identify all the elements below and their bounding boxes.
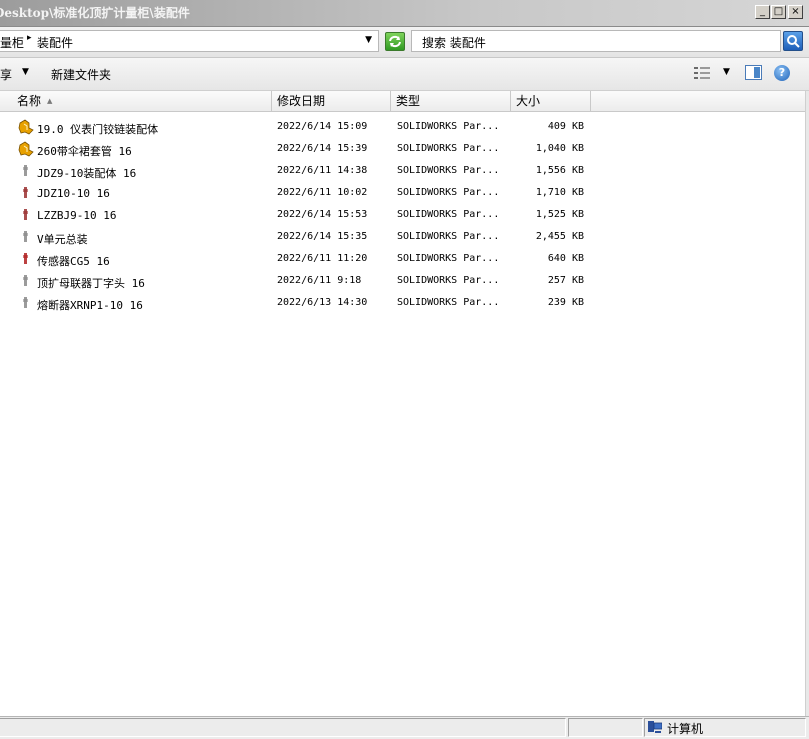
file-size: 640 KB (547, 253, 584, 264)
file-row[interactable]: V单元总装 2022/6/14 15:35 SOLIDWORKS Par... 2,4… (0, 227, 600, 249)
assembly-icon (18, 141, 34, 157)
file-size: 257 KB (547, 275, 584, 286)
file-date: 2022/6/14 15:53 (277, 209, 368, 220)
file-row[interactable]: 260带伞裙套管 16 2022/6/14 15:39 SOLIDWORKS Par… (0, 139, 600, 161)
title-bar[interactable]: Desktop\标准化顶扩计量柜\装配件 _ □ × (0, 0, 809, 27)
address-bar[interactable]: 量柜 ▸ 装配件 ▼ (0, 30, 379, 52)
file-type: SOLIDWORKS Par... (397, 143, 500, 154)
new-folder-button[interactable]: 新建文件夹 (51, 66, 111, 83)
file-row[interactable]: 19.0 仪表门铰链装配体 2022/6/14 15:09 SOLIDWORKS P… (0, 117, 600, 139)
status-segment-main (0, 718, 566, 737)
window-title: Desktop\标准化顶扩计量柜\装配件 (0, 6, 190, 20)
file-type: SOLIDWORKS Par... (397, 187, 500, 198)
file-row[interactable]: JDZ9-10装配体 16 2022/6/11 14:38 SOLIDWORKS P… (0, 161, 600, 183)
view-options-icon[interactable] (694, 66, 712, 80)
share-dropdown-icon[interactable]: ▼ (22, 67, 29, 77)
file-date: 2022/6/11 11:20 (277, 253, 368, 264)
file-row[interactable]: JDZ10-10 16 2022/6/11 10:02 SOLIDWORKS Par… (0, 183, 600, 205)
file-size: 1,710 KB (535, 187, 584, 198)
search-icon (787, 35, 800, 48)
address-dropdown-icon[interactable]: ▼ (365, 35, 372, 45)
column-header-date[interactable]: 修改日期 (272, 91, 391, 111)
file-name: 19.0 仪表门铰链装配体 (37, 123, 159, 136)
computer-icon (648, 721, 662, 733)
file-type: SOLIDWORKS Par... (397, 275, 500, 286)
file-name: V单元总装 (37, 233, 88, 246)
file-size: 1,556 KB (535, 165, 584, 176)
file-row[interactable]: 传感器CG5 16 2022/6/11 11:20 SOLIDWORKS Par..… (0, 249, 600, 271)
breadcrumb-parent[interactable]: 量柜 (0, 34, 24, 51)
column-header-type[interactable]: 类型 (391, 91, 511, 111)
status-bar: 计算机 (0, 716, 809, 739)
column-header-size[interactable]: 大小 (511, 91, 591, 111)
file-size: 1,525 KB (535, 209, 584, 220)
file-type: SOLIDWORKS Par... (397, 297, 500, 308)
part-thumbnail-icon (23, 209, 28, 220)
close-button[interactable]: × (788, 5, 803, 19)
file-name: JDZ10-10 16 (37, 187, 110, 200)
file-name: 传感器CG5 16 (37, 255, 110, 268)
preview-pane-icon[interactable] (745, 65, 762, 80)
file-name: LZZBJ9-10 16 (37, 209, 117, 222)
file-row[interactable]: 熔断器XRNP1-10 16 2022/6/13 14:30 SOLIDWORKS … (0, 293, 600, 315)
file-size: 1,040 KB (535, 143, 584, 154)
minimize-button[interactable]: _ (755, 5, 770, 19)
maximize-button[interactable]: □ (771, 5, 786, 19)
file-size: 2,455 KB (535, 231, 584, 242)
file-date: 2022/6/11 10:02 (277, 187, 368, 198)
part-thumbnail-icon (23, 231, 28, 242)
sort-ascending-icon: ▲ (47, 97, 53, 105)
part-thumbnail-icon (23, 253, 28, 264)
search-button[interactable] (783, 31, 803, 51)
file-date: 2022/6/14 15:39 (277, 143, 368, 154)
part-thumbnail-icon (23, 165, 28, 176)
part-thumbnail-icon (23, 187, 28, 198)
search-placeholder: 搜索 装配件 (422, 36, 486, 50)
file-name: 顶扩母联器丁字头 16 (37, 277, 145, 290)
refresh-button[interactable] (385, 32, 405, 51)
file-date: 2022/6/14 15:09 (277, 121, 368, 132)
file-type: SOLIDWORKS Par... (397, 253, 500, 264)
file-type: SOLIDWORKS Par... (397, 231, 500, 242)
file-size: 409 KB (547, 121, 584, 132)
file-date: 2022/6/14 15:35 (277, 231, 368, 242)
share-button[interactable]: 享 (0, 66, 12, 83)
refresh-icon (389, 35, 401, 48)
column-header-name[interactable]: 名称 ▲ (0, 91, 272, 111)
command-toolbar: 享 ▼ 新建文件夹 ▼ ? (0, 58, 809, 91)
file-type: SOLIDWORKS Par... (397, 121, 500, 132)
assembly-icon (18, 119, 34, 135)
column-header-row: 名称 ▲ 修改日期 类型 大小 (0, 91, 805, 112)
file-date: 2022/6/11 14:38 (277, 165, 368, 176)
file-date: 2022/6/11 9:18 (277, 275, 362, 286)
address-row: 量柜 ▸ 装配件 ▼ 搜索 装配件 (0, 27, 809, 58)
status-location-label: 计算机 (667, 722, 704, 736)
file-row[interactable]: LZZBJ9-10 16 2022/6/14 15:53 SOLIDWORKS Pa… (0, 205, 600, 227)
file-type: SOLIDWORKS Par... (397, 165, 500, 176)
file-name: JDZ9-10装配体 16 (37, 167, 137, 180)
file-date: 2022/6/13 14:30 (277, 297, 368, 308)
file-type: SOLIDWORKS Par... (397, 209, 500, 220)
file-name: 260带伞裙套管 16 (37, 145, 132, 158)
status-segment-middle (568, 718, 643, 737)
part-thumbnail-icon (23, 275, 28, 286)
column-header-name-label: 名称 (17, 94, 42, 108)
file-name: 熔断器XRNP1-10 16 (37, 299, 143, 312)
window-right-edge (805, 91, 809, 716)
search-input[interactable]: 搜索 装配件 (411, 30, 781, 52)
file-row[interactable]: 顶扩母联器丁字头 16 2022/6/11 9:18 SOLIDWORKS Par.… (0, 271, 600, 293)
breadcrumb-chevron-icon[interactable]: ▸ (27, 33, 32, 43)
view-dropdown-icon[interactable]: ▼ (723, 67, 730, 77)
breadcrumb-current[interactable]: 装配件 (37, 34, 73, 51)
help-icon[interactable]: ? (774, 65, 790, 81)
file-size: 239 KB (547, 297, 584, 308)
part-thumbnail-icon (23, 297, 28, 308)
